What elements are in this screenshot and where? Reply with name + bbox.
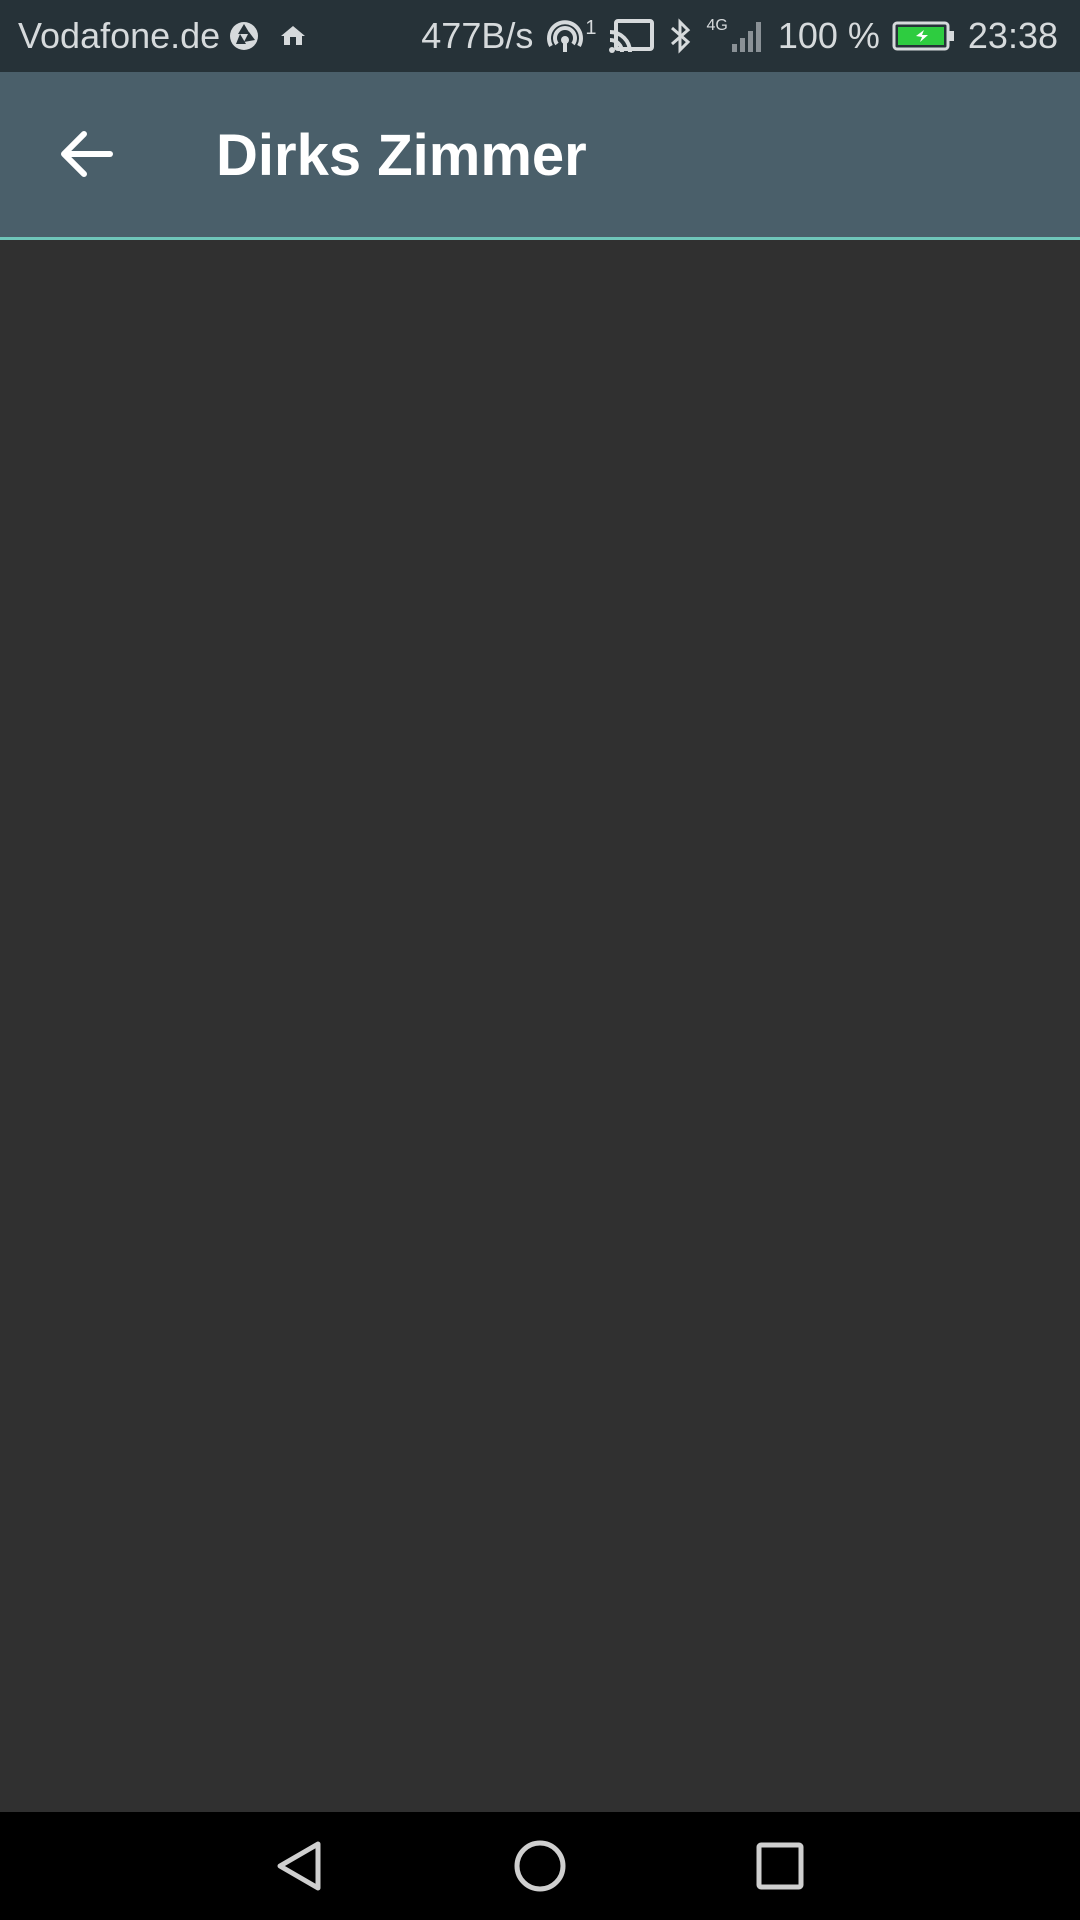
navigation-bar	[0, 1812, 1080, 1920]
back-button[interactable]	[44, 112, 128, 196]
net-speed: 477B/s	[421, 15, 534, 56]
cast-icon	[608, 18, 656, 54]
nav-recents-button[interactable]	[710, 1812, 850, 1920]
aperture-icon	[228, 20, 260, 52]
home-icon	[268, 21, 308, 51]
hotspot-icon: 1	[545, 18, 596, 54]
battery-icon	[892, 20, 956, 52]
nav-home-button[interactable]	[470, 1812, 610, 1920]
app-bar: Dirks Zimmer	[0, 72, 1080, 240]
main-content	[0, 240, 1080, 1812]
signal-icon: 4G	[706, 18, 765, 54]
circle-home-icon	[514, 1840, 566, 1892]
carrier-name: Vodafone.de	[18, 15, 221, 56]
status-left: Vodafone.de	[18, 15, 308, 57]
battery-percent: 100 %	[777, 15, 880, 56]
network-type: 4G	[706, 17, 728, 34]
triangle-back-icon	[277, 1841, 321, 1891]
bluetooth-icon	[668, 18, 694, 54]
status-bar: Vodafone.de 477B/s 1 4G 100 % 23:38	[0, 0, 1080, 72]
status-right: 477B/s 1 4G 100 % 23:38	[421, 15, 1058, 57]
square-recents-icon	[756, 1842, 804, 1890]
page-title: Dirks Zimmer	[216, 123, 587, 188]
clock: 23:38	[967, 15, 1058, 56]
hotspot-count: 1	[585, 17, 597, 39]
arrow-back-icon	[61, 131, 113, 177]
nav-back-button[interactable]	[230, 1812, 370, 1920]
